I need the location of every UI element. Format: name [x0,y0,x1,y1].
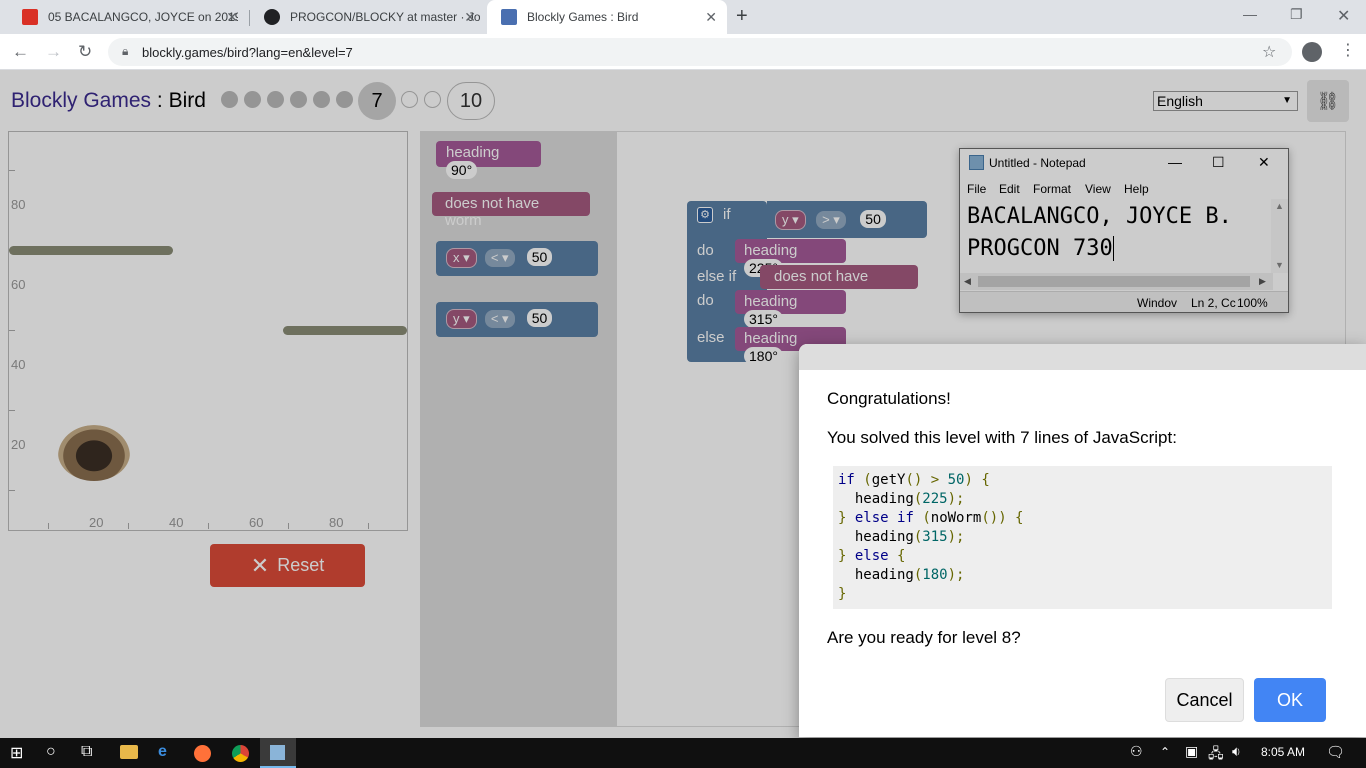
close-tab-icon[interactable]: ✕ [464,9,476,26]
people-icon[interactable]: ⚇ [1130,743,1143,760]
ok-button[interactable]: OK [1254,678,1326,722]
notifications-icon[interactable]: 🗨︎ [1326,743,1345,761]
profile-avatar-icon[interactable] [1302,42,1322,62]
classroom-favicon-icon [22,9,38,25]
minimize-icon[interactable]: — [1243,6,1257,22]
url-text[interactable]: blockly.games/bird?lang=en&level=7 [142,45,353,60]
search-icon[interactable]: ○ [46,743,56,761]
notepad-icon [270,745,285,760]
file-explorer-icon[interactable] [120,745,138,759]
clock[interactable]: 8:05 AM [1261,745,1305,759]
new-tab-icon[interactable]: + [736,5,748,28]
tab-title: PROGCON/BLOCKY at master · Jo [290,10,480,24]
edge-icon[interactable]: e [158,743,167,761]
blockly-favicon-icon [501,9,517,25]
security-icon[interactable]: ▣ [1185,743,1198,760]
restore-icon[interactable]: ❐ [1290,6,1303,23]
browser-tab-active[interactable]: Blockly Games : Bird ✕ [487,0,727,34]
dialog-header [799,344,1366,370]
forward-icon[interactable]: → [45,42,62,62]
dialog-heading: Congratulations! [827,389,951,408]
dialog-question: Are you ready for level 8? [827,628,1021,647]
network-icon[interactable]: 🖧︎ [1208,743,1224,767]
close-window-icon[interactable]: ✕ [1337,6,1350,26]
tab-title: Blockly Games : Bird [527,10,639,24]
cancel-button[interactable]: Cancel [1165,678,1244,722]
lock-icon[interactable]: 🔒︎ [122,44,128,59]
firefox-icon[interactable] [194,745,211,762]
close-tab-icon[interactable]: ✕ [705,9,717,26]
reload-icon[interactable]: ↻ [78,42,92,62]
tab-title: 05 BACALANGCO, JOYCE on 2019 [48,10,238,24]
more-menu-icon[interactable]: ⋮ [1340,40,1356,60]
github-favicon-icon [264,9,280,25]
browser-tab[interactable]: 05 BACALANGCO, JOYCE on 2019 ✕ [8,0,248,34]
volume-icon[interactable]: 🔉︎ [1232,743,1241,760]
dialog-message: You solved this level with 7 lines of Ja… [827,428,1177,447]
browser-tab[interactable]: PROGCON/BLOCKY at master · Jo ✕ [250,0,486,34]
chevron-up-icon[interactable]: ⌃ [1160,745,1170,759]
back-icon[interactable]: ← [12,42,29,62]
task-view-icon[interactable]: ⧉ [81,743,92,761]
close-tab-icon[interactable]: ✕ [226,9,238,26]
javascript-code: if (getY() > 50) { heading(225); } else … [838,472,1024,602]
bookmark-star-icon[interactable]: ☆ [1262,42,1276,62]
windows-start-icon[interactable]: ⊞ [10,743,23,763]
chrome-icon[interactable] [232,745,249,762]
